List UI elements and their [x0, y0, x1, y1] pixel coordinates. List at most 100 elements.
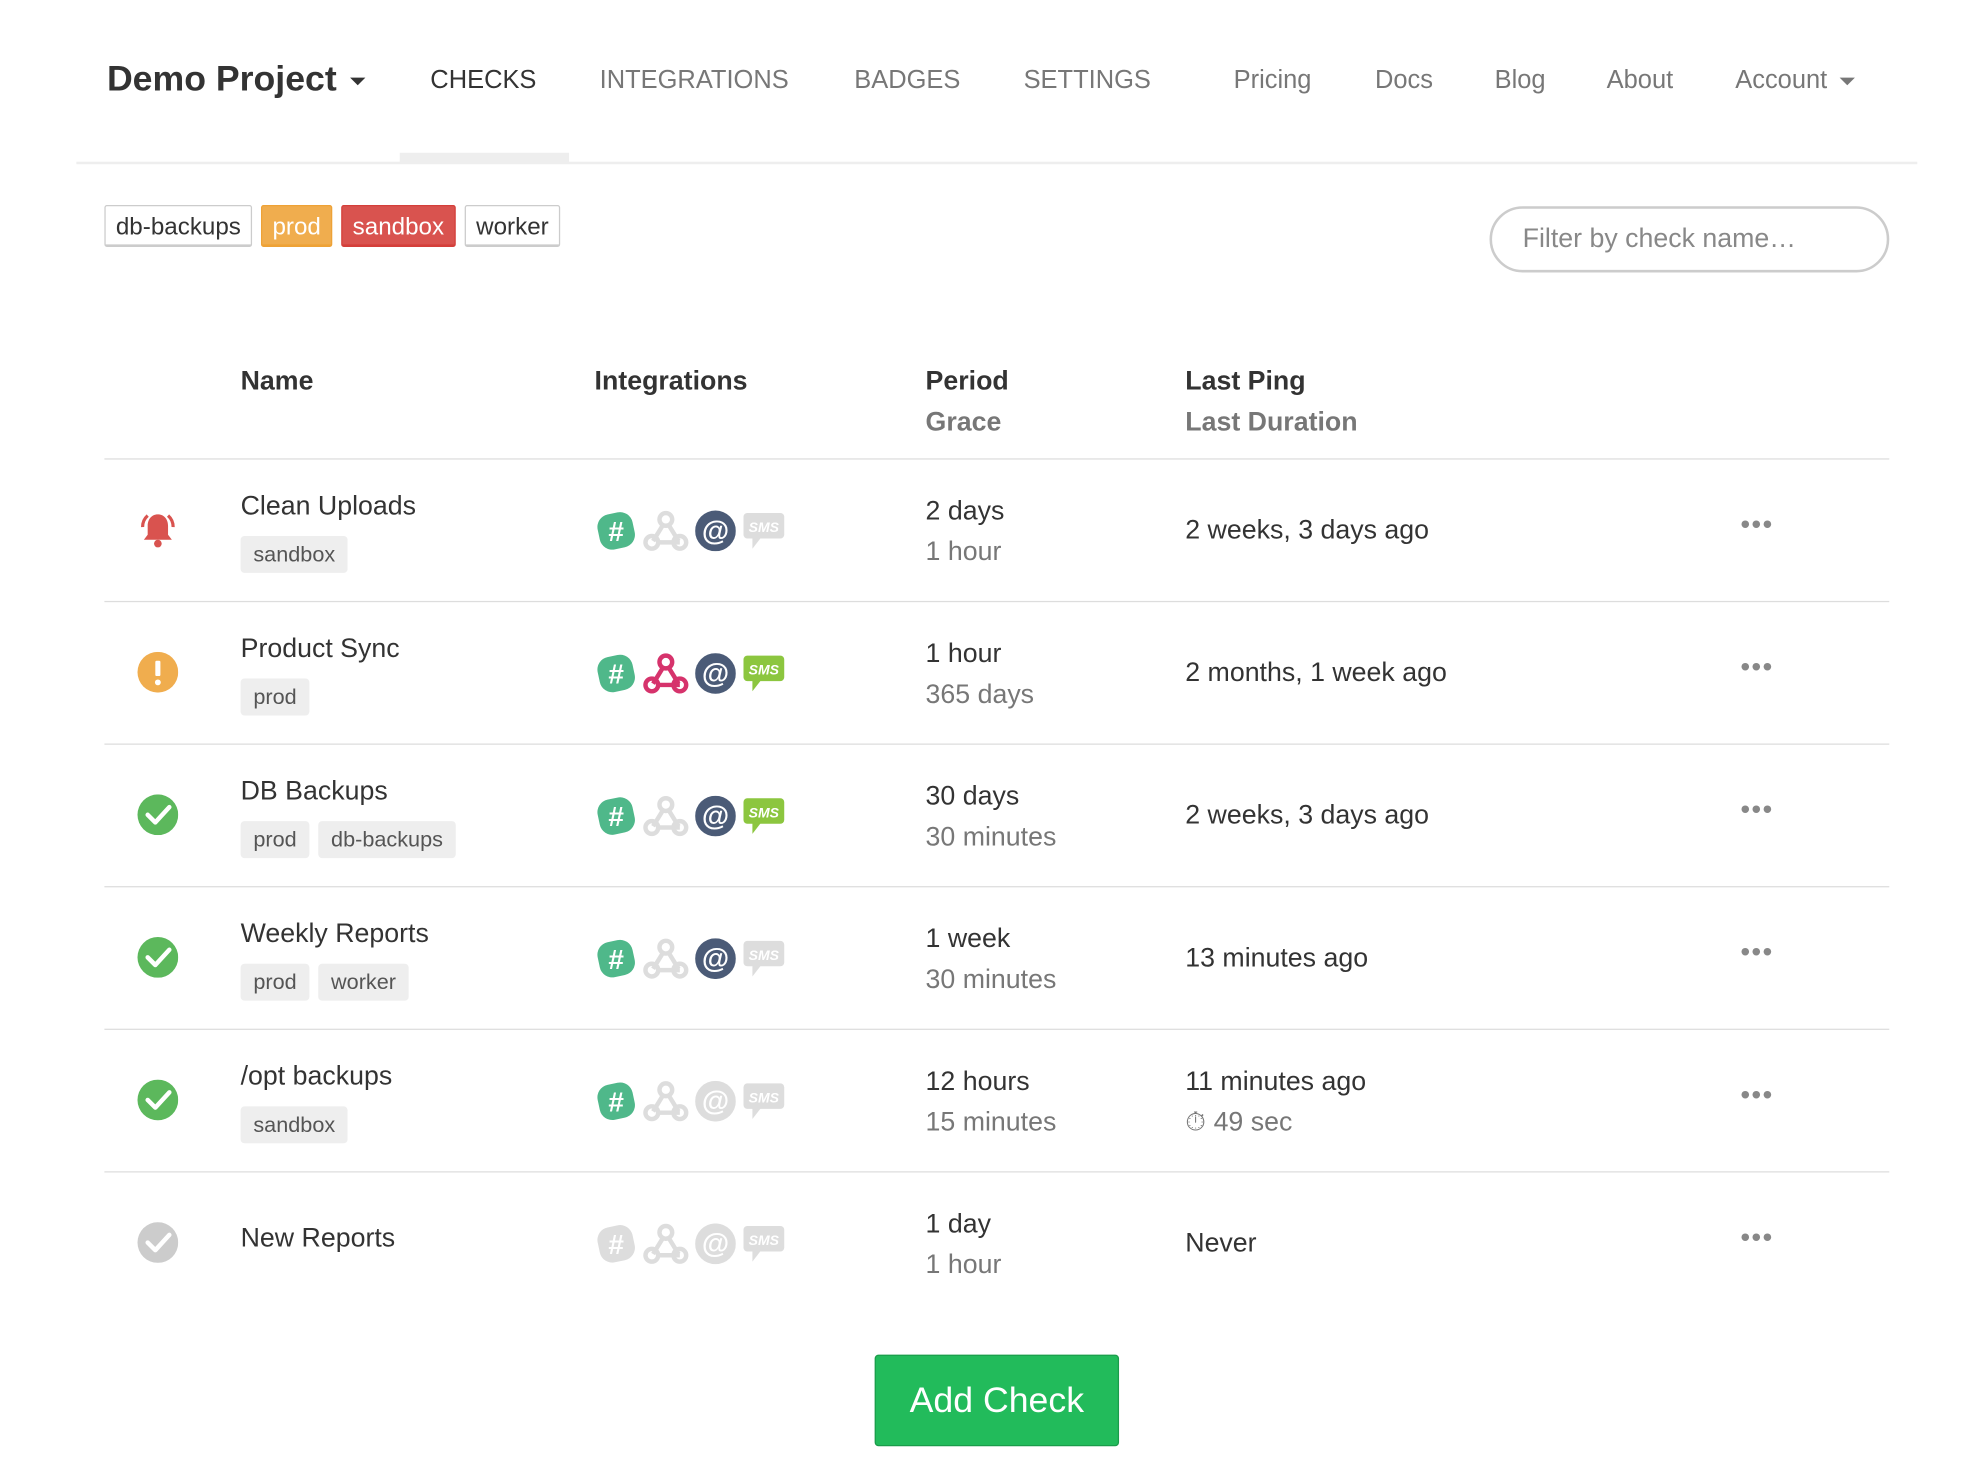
webhook-integration-icon[interactable] — [643, 1080, 689, 1123]
filter-input[interactable] — [1489, 206, 1890, 273]
check-tags: prod worker — [240, 963, 409, 1001]
email-integration-icon[interactable]: @ — [695, 1080, 736, 1122]
check-name[interactable]: Clean Uploads — [241, 491, 416, 522]
check-tag[interactable]: prod — [240, 963, 310, 1001]
more-options-icon[interactable]: ••• — [1740, 936, 1773, 969]
filter-tag-sandbox[interactable]: sandbox — [341, 204, 456, 247]
status-up-icon — [137, 1079, 179, 1121]
check-tags: prod — [240, 678, 310, 716]
slack-integration-icon[interactable]: # — [596, 1223, 637, 1264]
integrations: # @ SMS — [596, 937, 786, 980]
integrations: # @ SMS — [596, 1222, 786, 1265]
sms-integration-icon[interactable]: SMS — [742, 653, 785, 694]
svg-text:#: # — [608, 516, 624, 547]
table-row[interactable]: Product Sync prod # @ SMS 1 hour 365 days 2… — [104, 602, 1890, 745]
table-row[interactable]: Clean Uploads sandbox # @ SMS 2 days 1 hour… — [104, 460, 1890, 603]
last-ping-value: 2 months, 1 week ago — [1185, 658, 1447, 688]
link-docs[interactable]: Docs — [1375, 66, 1433, 95]
period-grace: 1 hour 365 days — [926, 634, 1035, 715]
filter-tag-worker[interactable]: worker — [464, 204, 561, 247]
check-tag[interactable]: sandbox — [240, 535, 348, 573]
integrations: # @ SMS — [596, 652, 786, 695]
webhook-integration-icon[interactable] — [643, 794, 689, 837]
svg-text:SMS: SMS — [749, 1090, 780, 1106]
status-up-icon — [137, 937, 179, 978]
grace: 365 days — [925, 679, 1035, 710]
table-row[interactable]: /opt backups sandbox # @ SMS 12 hours 15 mi… — [104, 1030, 1890, 1173]
svg-text:@: @ — [702, 1228, 729, 1259]
check-name[interactable]: New Reports — [241, 1223, 396, 1254]
header-period-grace: Period Grace — [926, 362, 1009, 443]
check-tags: sandbox — [240, 1106, 348, 1144]
check-tags: sandbox — [240, 535, 348, 573]
nav-divider — [76, 161, 1918, 165]
check-tag[interactable]: db-backups — [318, 821, 456, 859]
filter-tag-db-backups[interactable]: db-backups — [104, 204, 253, 247]
slack-integration-icon[interactable]: # — [596, 796, 637, 837]
check-tag[interactable]: prod — [240, 821, 310, 859]
tab-integrations[interactable]: INTEGRATIONS — [600, 66, 789, 95]
period: 12 hours — [925, 1066, 1030, 1097]
check-name[interactable]: /opt backups — [241, 1062, 393, 1093]
integrations: # @ SMS — [596, 794, 786, 837]
more-options-icon[interactable]: ••• — [1740, 793, 1773, 826]
webhook-integration-icon[interactable] — [643, 937, 689, 980]
period-grace: 1 day 1 hour — [926, 1204, 1002, 1285]
check-name[interactable]: DB Backups — [241, 777, 388, 808]
slack-integration-icon[interactable]: # — [596, 938, 637, 979]
link-blog[interactable]: Blog — [1495, 66, 1546, 95]
sms-integration-icon[interactable]: SMS — [742, 796, 785, 837]
integrations: # @ SMS — [596, 509, 786, 552]
period: 1 week — [925, 924, 1011, 954]
header-grace: Grace — [925, 407, 1002, 437]
webhook-integration-icon[interactable] — [643, 652, 689, 695]
last-ping-value: 2 weeks, 3 days ago — [1185, 515, 1429, 545]
tab-checks[interactable]: CHECKS — [430, 66, 536, 95]
page: Demo Project CHECKS INTEGRATIONS BADGES … — [0, 0, 1986, 1481]
link-about[interactable]: About — [1607, 66, 1674, 95]
webhook-integration-icon[interactable] — [643, 1222, 689, 1265]
email-integration-icon[interactable]: @ — [695, 938, 736, 980]
webhook-integration-icon[interactable] — [643, 509, 689, 552]
email-integration-icon[interactable]: @ — [695, 1223, 736, 1265]
link-pricing[interactable]: Pricing — [1234, 66, 1312, 95]
svg-text:@: @ — [702, 515, 729, 546]
slack-integration-icon[interactable]: # — [596, 1081, 637, 1122]
last-ping: 2 months, 1 week ago — [1185, 653, 1447, 694]
grace: 30 minutes — [925, 822, 1057, 852]
header-last-duration: Last Duration — [1185, 407, 1358, 437]
sms-integration-icon[interactable]: SMS — [742, 1223, 785, 1264]
check-tag[interactable]: prod — [240, 678, 310, 716]
more-options-icon[interactable]: ••• — [1740, 1221, 1773, 1254]
header-name: Name — [240, 366, 314, 396]
check-tag[interactable]: worker — [318, 963, 409, 1001]
svg-text:SMS: SMS — [749, 1232, 780, 1248]
more-options-icon[interactable]: ••• — [1740, 1078, 1773, 1111]
more-options-icon[interactable]: ••• — [1740, 508, 1773, 541]
email-integration-icon[interactable]: @ — [695, 795, 736, 837]
project-switcher[interactable]: Demo Project — [107, 59, 365, 100]
account-menu[interactable]: Account — [1735, 66, 1856, 95]
sms-integration-icon[interactable]: SMS — [742, 1081, 785, 1122]
filter-tag-prod[interactable]: prod — [260, 204, 333, 247]
check-name[interactable]: Product Sync — [241, 634, 400, 665]
table-row[interactable]: Weekly Reports prod worker # @ SMS 1 week 30… — [104, 887, 1890, 1030]
slack-integration-icon[interactable]: # — [596, 653, 637, 694]
svg-text:#: # — [608, 801, 624, 832]
tab-settings[interactable]: SETTINGS — [1024, 66, 1151, 95]
slack-integration-icon[interactable]: # — [596, 511, 637, 552]
period-grace: 2 days 1 hour — [926, 491, 1005, 572]
add-check-button[interactable]: Add Check — [874, 1354, 1120, 1447]
table-row[interactable]: DB Backups prod db-backups # @ SMS 30 days 3… — [104, 745, 1890, 888]
check-tag[interactable]: sandbox — [240, 1106, 348, 1144]
sms-integration-icon[interactable]: SMS — [742, 511, 785, 552]
sms-integration-icon[interactable]: SMS — [742, 938, 785, 979]
email-integration-icon[interactable]: @ — [695, 653, 736, 694]
more-options-icon[interactable]: ••• — [1740, 651, 1773, 684]
check-name[interactable]: Weekly Reports — [241, 919, 429, 950]
table-row[interactable]: New Reports # @ SMS 1 day 1 hour Never ••• — [104, 1173, 1889, 1316]
svg-text:@: @ — [702, 800, 729, 831]
tab-badges[interactable]: BADGES — [854, 66, 960, 95]
grace: 30 minutes — [925, 965, 1057, 995]
email-integration-icon[interactable]: @ — [695, 510, 736, 552]
